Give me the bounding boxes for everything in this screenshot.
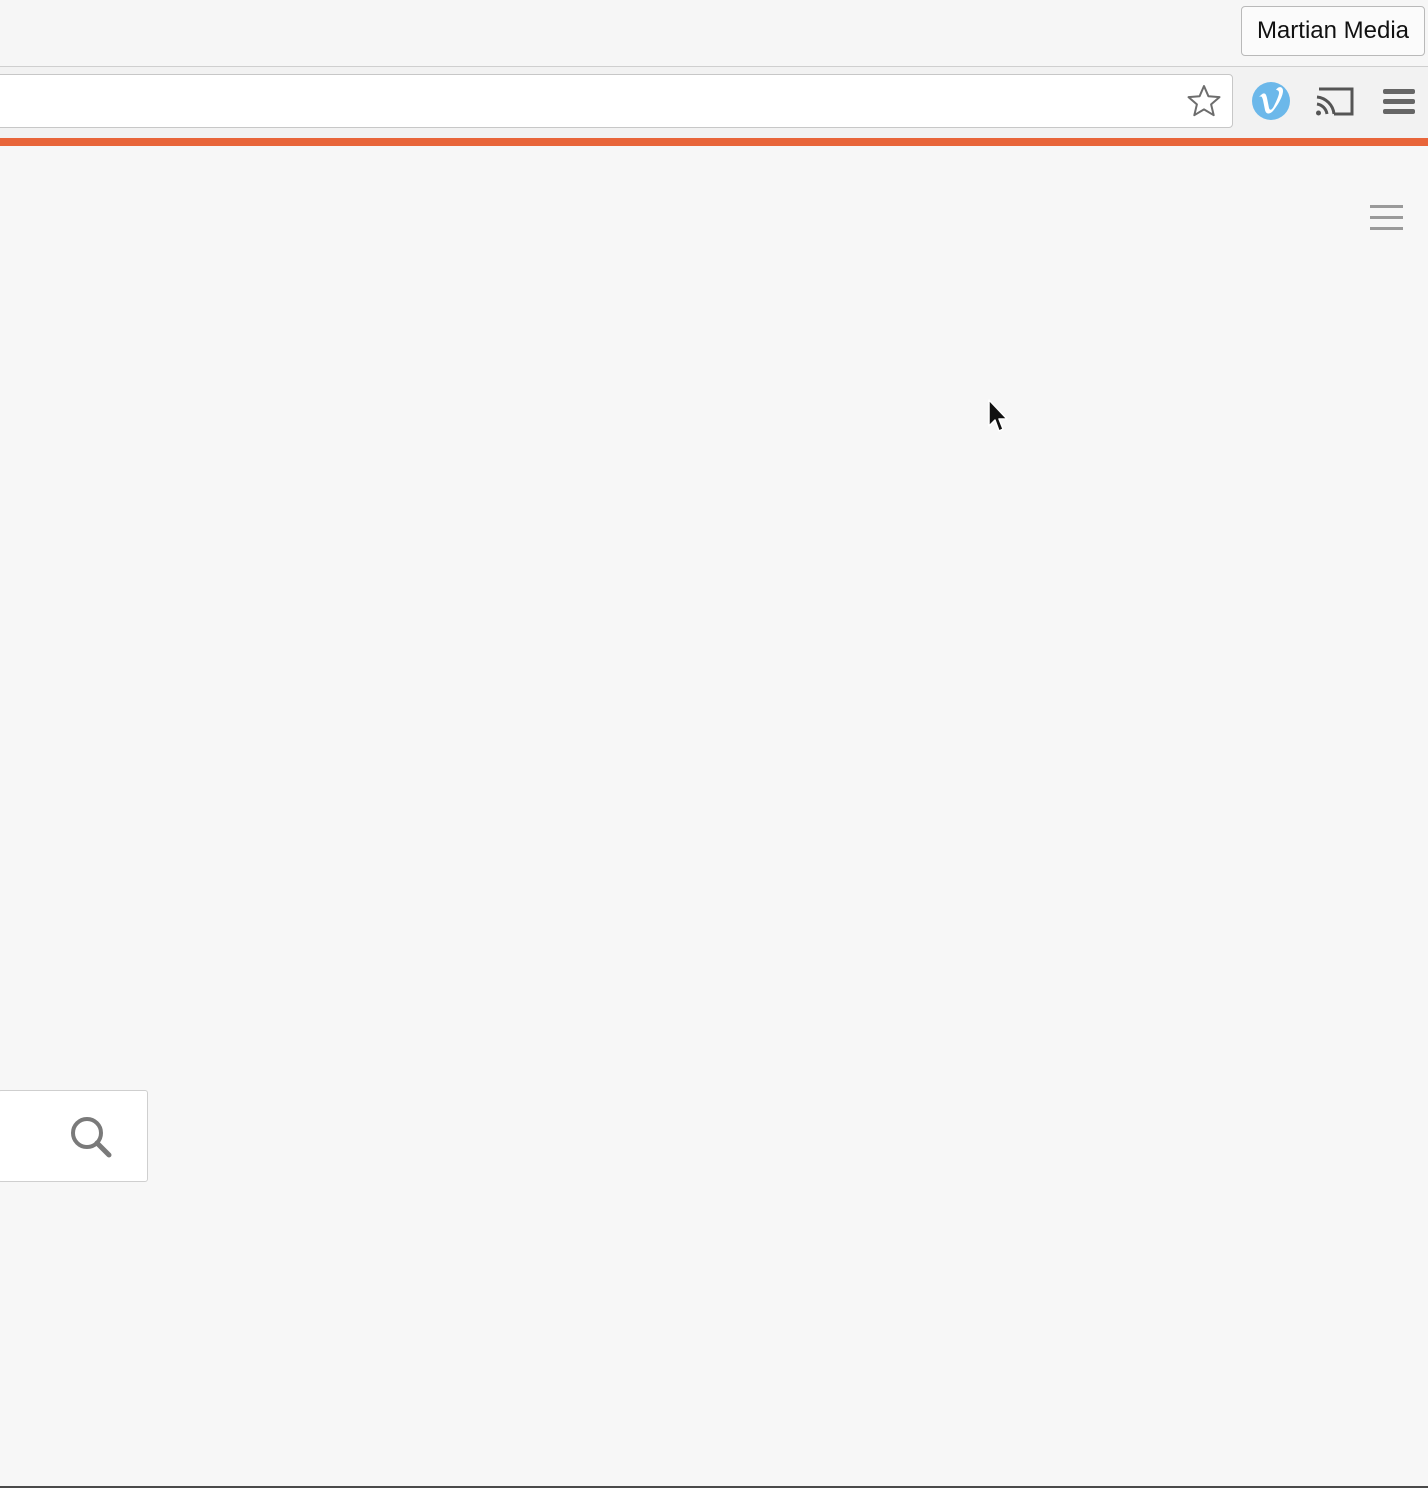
mouse-cursor <box>988 399 1008 432</box>
vimeo-icon[interactable] <box>1251 81 1291 121</box>
address-bar[interactable] <box>0 74 1233 128</box>
window-titlebar: Martian Media <box>0 0 1428 66</box>
search-icon[interactable] <box>69 1115 113 1159</box>
page-content <box>0 146 1428 1486</box>
cast-icon[interactable] <box>1314 84 1356 120</box>
browser-toolbar <box>0 66 1428 138</box>
browser-window: Martian Media <box>0 0 1428 1488</box>
chrome-menu-icon[interactable] <box>1382 86 1416 118</box>
profile-button[interactable]: Martian Media <box>1240 6 1425 56</box>
accent-bar <box>0 138 1428 146</box>
star-icon[interactable] <box>1186 83 1222 119</box>
search-input[interactable] <box>0 1091 63 1181</box>
hamburger-menu-icon[interactable] <box>1370 203 1403 233</box>
search-box[interactable] <box>0 1090 148 1182</box>
